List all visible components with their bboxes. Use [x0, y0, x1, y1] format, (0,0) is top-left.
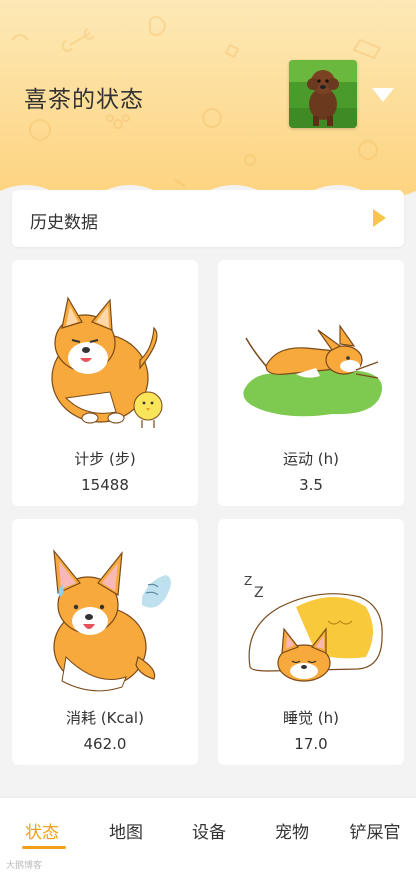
- tab-map-label: 地图: [109, 823, 143, 843]
- history-data-button[interactable]: 历史数据: [12, 190, 404, 247]
- page-title: 喜茶的状态: [24, 87, 144, 113]
- tab-status[interactable]: 状态: [2, 818, 82, 849]
- watermark-text: 大鹅博客: [6, 861, 43, 871]
- history-data-label: 历史数据: [30, 213, 98, 233]
- bottom-tab-bar: 状态 地图 设备 宠物 铲屎官: [0, 797, 416, 875]
- tab-pet[interactable]: 宠物: [252, 818, 332, 843]
- triangle-right-icon: [373, 209, 386, 227]
- corgi-sleeping-illustration: Z Z: [244, 574, 383, 682]
- status-header: 喜茶的状态: [0, 0, 416, 200]
- calories-label: 消耗 (Kcal): [66, 709, 144, 727]
- tab-owner-label: 铲屎官: [349, 823, 401, 843]
- sleep-label: 睡觉 (h): [283, 709, 339, 727]
- tab-device-label: 设备: [192, 823, 226, 843]
- dog-avatar-icon: [289, 60, 357, 128]
- chihuahua-running-illustration: [243, 324, 383, 417]
- steps-card[interactable]: 计步 (步) 15488: [12, 260, 198, 506]
- tab-pet-label: 宠物: [275, 823, 309, 843]
- svg-text:Z: Z: [254, 585, 264, 601]
- sleep-value: 17.0: [294, 735, 328, 753]
- exercise-value: 3.5: [299, 476, 323, 494]
- active-tab-indicator: [22, 846, 66, 849]
- sleep-card[interactable]: Z Z 睡觉 (h) 17.0: [218, 519, 404, 765]
- tab-status-label: 状态: [25, 823, 59, 843]
- corgi-with-chick-illustration: [51, 296, 163, 428]
- exercise-card[interactable]: 运动 (h) 3.5: [218, 260, 404, 506]
- triangle-down-icon[interactable]: [372, 88, 394, 102]
- tab-device[interactable]: 设备: [169, 818, 249, 843]
- calories-card[interactable]: 消耗 (Kcal) 462.0: [12, 519, 198, 765]
- steps-label: 计步 (步): [74, 450, 136, 468]
- calories-value: 462.0: [83, 735, 127, 753]
- exercise-label: 运动 (h): [283, 450, 339, 468]
- tab-owner[interactable]: 铲屎官: [335, 818, 415, 843]
- steps-value: 15488: [81, 476, 129, 494]
- pet-avatar[interactable]: [289, 60, 357, 128]
- corgi-sweating-illustration: [53, 549, 171, 692]
- tab-map[interactable]: 地图: [86, 818, 166, 843]
- svg-text:Z: Z: [244, 574, 252, 588]
